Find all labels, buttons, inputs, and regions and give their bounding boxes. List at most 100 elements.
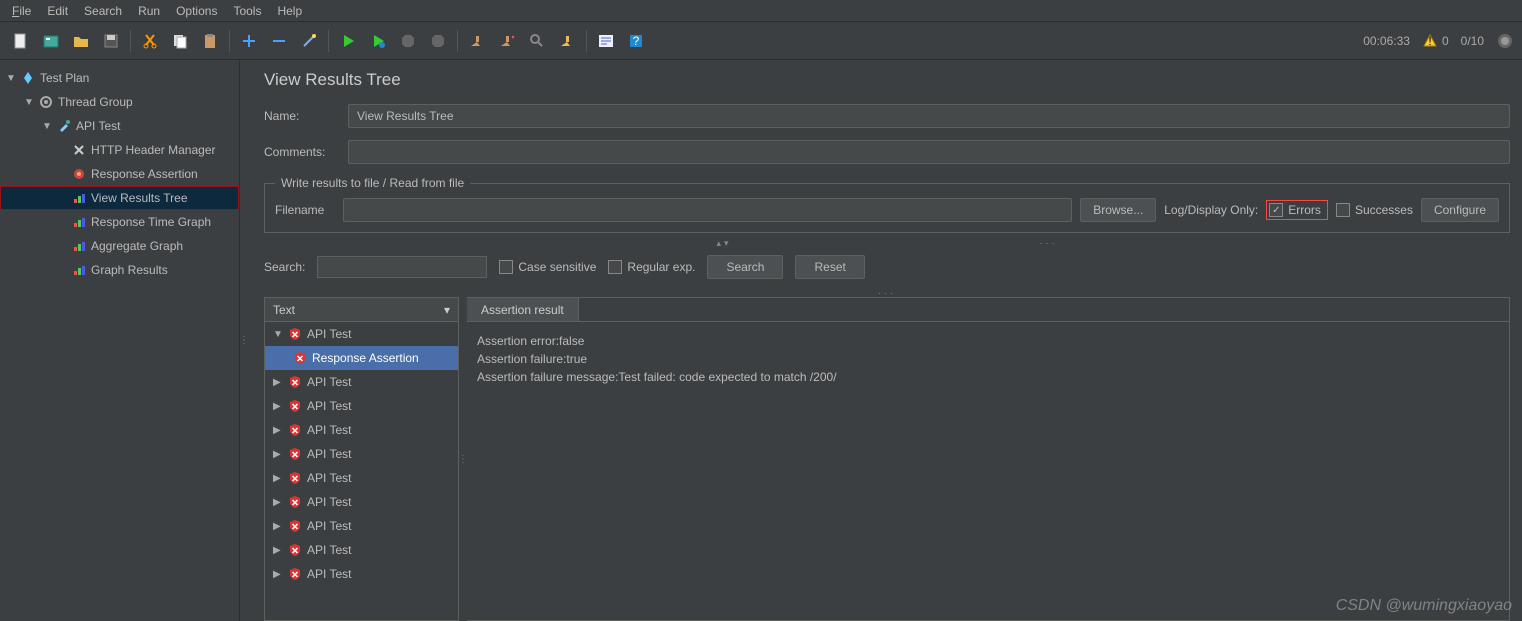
menu-run[interactable]: Run	[130, 2, 168, 20]
new-icon[interactable]	[8, 28, 34, 54]
comments-input[interactable]	[348, 140, 1510, 164]
clear-all-icon[interactable]	[494, 28, 520, 54]
open-icon[interactable]	[68, 28, 94, 54]
menu-options[interactable]: Options	[168, 2, 225, 20]
result-sample-7[interactable]: ▶API Test	[265, 514, 458, 538]
reset-button[interactable]: Reset	[795, 255, 864, 279]
cut-icon[interactable]	[137, 28, 163, 54]
save-icon[interactable]	[98, 28, 124, 54]
tree-item-graph-results[interactable]: Graph Results	[0, 258, 239, 282]
results-detail-panel: Assertion result Assertion error:false A…	[467, 297, 1510, 621]
result-sample-2[interactable]: ▶API Test	[265, 394, 458, 418]
wand-icon[interactable]	[296, 28, 322, 54]
plus-icon[interactable]	[236, 28, 262, 54]
tree-sampler[interactable]: ▼API Test	[0, 114, 239, 138]
fieldset-legend: Write results to file / Read from file	[275, 176, 470, 190]
reset-search-icon[interactable]	[554, 28, 580, 54]
stop-icon[interactable]	[395, 28, 421, 54]
result-sample-9[interactable]: ▶API Test	[265, 562, 458, 586]
tree-item-response-time[interactable]: Response Time Graph	[0, 210, 239, 234]
run-no-pause-icon[interactable]	[365, 28, 391, 54]
chart-icon	[72, 215, 86, 229]
menu-edit[interactable]: Edit	[39, 2, 76, 20]
tree-root[interactable]: ▼Test Plan	[0, 66, 239, 90]
menu-file[interactable]: File	[4, 2, 39, 20]
shutdown-icon[interactable]	[425, 28, 451, 54]
error-shield-icon	[293, 351, 307, 365]
configure-button[interactable]: Configure	[1421, 198, 1499, 222]
error-shield-icon	[288, 327, 302, 341]
error-shield-icon	[288, 399, 302, 413]
error-shield-icon	[288, 567, 302, 581]
gc-icon[interactable]	[1496, 32, 1514, 50]
elapsed-time: 00:06:33	[1363, 34, 1410, 48]
result-sample-1[interactable]: ▶API Test	[265, 370, 458, 394]
testplan-icon	[21, 71, 35, 85]
tree-item-aggregate[interactable]: Aggregate Graph	[0, 234, 239, 258]
error-shield-icon	[288, 495, 302, 509]
name-input[interactable]	[348, 104, 1510, 128]
clear-icon[interactable]	[464, 28, 490, 54]
h-splitter-2[interactable]: ···	[264, 291, 1510, 295]
assertion-icon	[72, 167, 86, 181]
gear-icon	[39, 95, 53, 109]
search-button[interactable]: Search	[707, 255, 783, 279]
filename-label: Filename	[275, 203, 335, 217]
search-tool-icon[interactable]	[524, 28, 550, 54]
successes-checkbox[interactable]: Successes	[1336, 203, 1413, 217]
case-sensitive-checkbox[interactable]: Case sensitive	[499, 260, 596, 274]
filename-input[interactable]	[343, 198, 1072, 222]
help-icon[interactable]: ?	[623, 28, 649, 54]
result-sample-6[interactable]: ▶API Test	[265, 490, 458, 514]
minus-icon[interactable]	[266, 28, 292, 54]
config-icon	[72, 143, 86, 157]
h-splitter-1[interactable]: ▴▾ ···	[264, 241, 1510, 245]
name-label: Name:	[264, 109, 338, 123]
menu-bar: File Edit Search Run Options Tools Help	[0, 0, 1522, 22]
paste-icon[interactable]	[197, 28, 223, 54]
chevron-down-icon: ▾	[444, 303, 450, 317]
renderer-dropdown[interactable]: Text▾	[265, 298, 458, 322]
result-sample-4[interactable]: ▶API Test	[265, 442, 458, 466]
content-panel: View Results Tree Name: Comments: Write …	[248, 60, 1522, 621]
error-shield-icon	[288, 471, 302, 485]
test-plan-tree[interactable]: ▼Test Plan ▼Thread Group ▼API Test HTTP …	[0, 60, 240, 621]
run-icon[interactable]	[335, 28, 361, 54]
svg-text:?: ?	[633, 34, 640, 48]
menu-help[interactable]: Help	[269, 2, 310, 20]
watermark: CSDN @wumingxiaoyao	[1336, 597, 1512, 615]
chart-icon	[72, 263, 86, 277]
result-sample-5[interactable]: ▶API Test	[265, 466, 458, 490]
result-sample-3[interactable]: ▶API Test	[265, 418, 458, 442]
dropper-icon	[57, 119, 71, 133]
templates-icon[interactable]	[38, 28, 64, 54]
tree-item-assertion[interactable]: Response Assertion	[0, 162, 239, 186]
function-icon[interactable]	[593, 28, 619, 54]
browse-button[interactable]: Browse...	[1080, 198, 1156, 222]
menu-tools[interactable]: Tools	[225, 2, 269, 20]
tree-thread-group[interactable]: ▼Thread Group	[0, 90, 239, 114]
file-fieldset: Write results to file / Read from file F…	[264, 176, 1510, 233]
toolbar: ? 00:06:33 ! 0 0/10	[0, 22, 1522, 60]
error-shield-icon	[288, 519, 302, 533]
results-split-handle[interactable]: ⋮	[459, 297, 467, 621]
tree-item-view-results[interactable]: View Results Tree	[0, 186, 239, 210]
search-label: Search:	[264, 260, 305, 274]
tab-assertion-result[interactable]: Assertion result	[467, 298, 579, 321]
result-sample-8[interactable]: ▶API Test	[265, 538, 458, 562]
thread-count: 0/10	[1461, 34, 1484, 48]
panel-title: View Results Tree	[264, 70, 1510, 90]
regex-checkbox[interactable]: Regular exp.	[608, 260, 695, 274]
menu-search[interactable]: Search	[76, 2, 130, 20]
result-sample-0[interactable]: ▼API Test	[265, 322, 458, 346]
result-assertion[interactable]: Response Assertion	[265, 346, 458, 370]
vertical-split-handle[interactable]: ⋮	[240, 60, 248, 621]
copy-icon[interactable]	[167, 28, 193, 54]
errors-checkbox[interactable]: Errors	[1266, 200, 1328, 220]
search-input[interactable]	[317, 256, 487, 278]
assertion-text: Assertion error:false Assertion failure:…	[467, 322, 1509, 396]
chart-icon	[72, 191, 86, 205]
svg-text:!: !	[1428, 34, 1431, 48]
warning-badge[interactable]: ! 0	[1422, 33, 1449, 49]
tree-item-header-manager[interactable]: HTTP Header Manager	[0, 138, 239, 162]
